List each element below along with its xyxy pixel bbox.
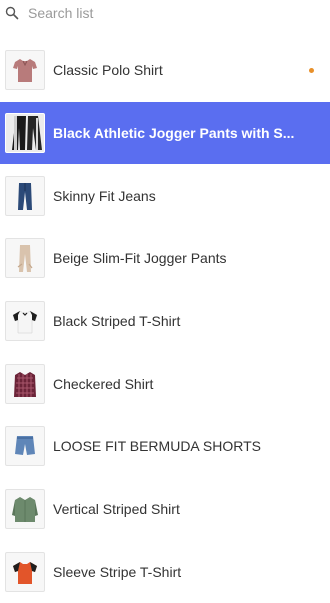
green-shirt-icon [5,489,45,529]
checkered-shirt-icon [5,364,45,404]
list-item[interactable]: Beige Slim-Fit Jogger Pants [0,227,330,290]
item-label: Sleeve Stripe T-Shirt [53,564,306,580]
item-label: Checkered Shirt [53,376,306,392]
denim-shorts-icon [5,426,45,466]
item-label: Vertical Striped Shirt [53,501,306,517]
item-label: Skinny Fit Jeans [53,188,306,204]
list-item[interactable]: Checkered Shirt [0,352,330,415]
item-list: Classic Polo Shirt Black Athletic Jogger… [0,39,330,603]
list-item[interactable]: LOOSE FIT BERMUDA SHORTS [0,415,330,478]
item-label: Black Striped T-Shirt [53,313,306,329]
jeans-icon [5,176,45,216]
search-input[interactable] [28,3,318,23]
search-bar [0,0,330,30]
beige-pants-icon [5,238,45,278]
striped-tshirt-icon [5,301,45,341]
item-label: Black Athletic Jogger Pants with S... [53,125,306,141]
list-item[interactable]: Black Athletic Jogger Pants with S... [0,102,330,165]
polo-shirt-icon [5,50,45,90]
item-label: LOOSE FIT BERMUDA SHORTS [53,438,306,454]
orange-tshirt-icon [5,552,45,592]
modified-indicator [309,68,314,73]
item-label: Classic Polo Shirt [53,62,306,78]
list-item[interactable]: Vertical Striped Shirt [0,478,330,541]
item-label: Beige Slim-Fit Jogger Pants [53,250,306,266]
list-item[interactable]: Classic Polo Shirt [0,39,330,102]
list-item[interactable]: Sleeve Stripe T-Shirt [0,541,330,603]
search-icon [5,6,19,20]
jogger-pants-icon [5,113,45,153]
list-item[interactable]: Black Striped T-Shirt [0,290,330,353]
list-item[interactable]: Skinny Fit Jeans [0,164,330,227]
